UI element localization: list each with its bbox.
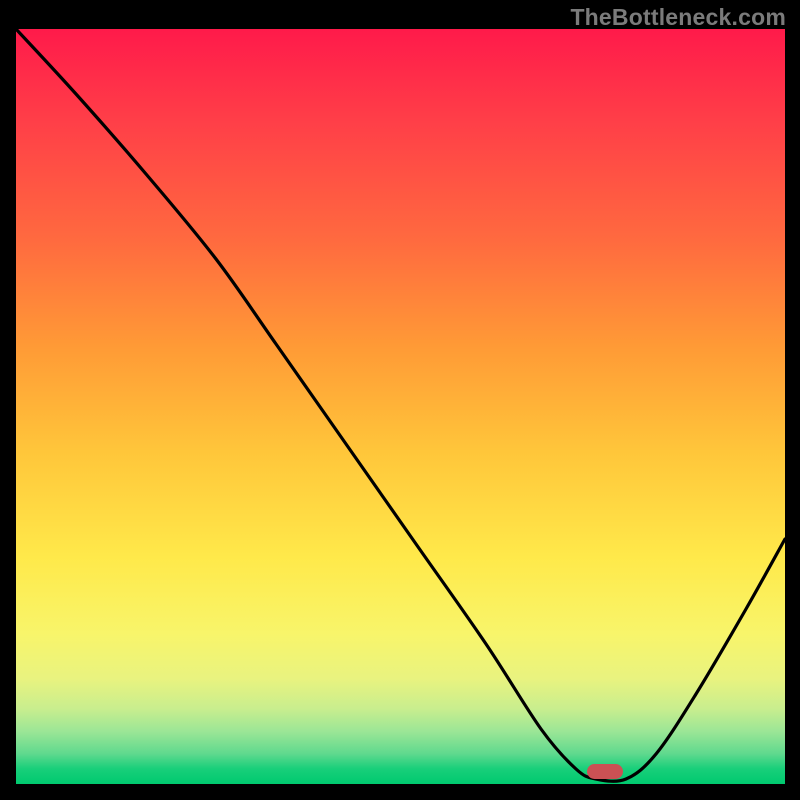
curve-svg [16,29,785,784]
optimum-marker [587,764,623,779]
watermark-text: TheBottleneck.com [570,4,786,31]
curve-path [16,29,785,781]
